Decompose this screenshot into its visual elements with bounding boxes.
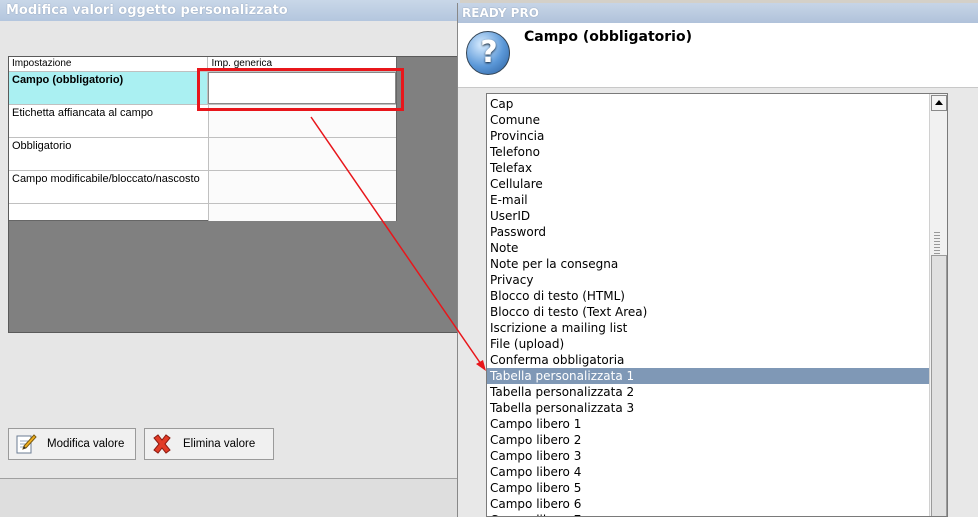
row-label[interactable]: Obbligatorio: [9, 138, 209, 170]
modify-value-button[interactable]: Modifica valore: [8, 428, 136, 460]
table-row[interactable]: Obbligatorio: [9, 138, 396, 171]
list-item[interactable]: Tabella personalizzata 1: [487, 368, 929, 384]
field-picker-dialog: READY PRO ? Campo (obbligatorio) Cap Comu…: [457, 3, 978, 517]
list-item[interactable]: Tabella personalizzata 2: [487, 384, 929, 400]
highlight-box: [197, 68, 404, 111]
list-item[interactable]: Password: [487, 224, 929, 240]
edit-values-window: Modifica valori oggetto personalizzato I…: [0, 0, 460, 517]
table-row[interactable]: Campo modificabile/bloccato/nascosto: [9, 171, 396, 204]
list-item[interactable]: E-mail: [487, 192, 929, 208]
list-item[interactable]: Note: [487, 240, 929, 256]
list-item[interactable]: Tabella personalizzata 3: [487, 400, 929, 416]
list-item[interactable]: Campo libero 7: [487, 512, 929, 516]
question-icon: ?: [466, 31, 510, 75]
row-label[interactable]: Campo (obbligatorio): [9, 72, 209, 104]
modify-value-label: Modifica valore: [47, 438, 125, 450]
list-item[interactable]: Conferma obbligatoria: [487, 352, 929, 368]
list-item[interactable]: UserID: [487, 208, 929, 224]
delete-x-icon: [151, 433, 173, 455]
delete-value-button[interactable]: Elimina valore: [144, 428, 274, 460]
scroll-grip-icon: [934, 232, 940, 254]
scroll-thumb[interactable]: [931, 255, 947, 516]
edit-pencil-icon: [15, 433, 37, 455]
dialog-header: ? Campo (obbligatorio): [458, 23, 978, 88]
list-item[interactable]: Campo libero 6: [487, 496, 929, 512]
row-label[interactable]: Etichetta affiancata al campo: [9, 105, 209, 137]
list-item[interactable]: Campo libero 5: [487, 480, 929, 496]
row-value[interactable]: [208, 138, 396, 170]
list-item[interactable]: Note per la consegna: [487, 256, 929, 272]
list-item[interactable]: Cellulare: [487, 176, 929, 192]
dialog-titlebar: READY PRO: [458, 3, 978, 23]
list-item[interactable]: File (upload): [487, 336, 929, 352]
scroll-up-arrow-icon[interactable]: [931, 95, 947, 111]
row-label[interactable]: [9, 204, 209, 221]
list-item[interactable]: Blocco di testo (HTML): [487, 288, 929, 304]
list-item[interactable]: Telefono: [487, 144, 929, 160]
list-item[interactable]: Telefax: [487, 160, 929, 176]
list-item[interactable]: Comune: [487, 112, 929, 128]
list-item[interactable]: Iscrizione a mailing list: [487, 320, 929, 336]
table-row[interactable]: [9, 204, 396, 221]
bottom-strip: [0, 478, 460, 517]
list-item[interactable]: Blocco di testo (Text Area): [487, 304, 929, 320]
list-item[interactable]: Provincia: [487, 128, 929, 144]
list-item[interactable]: Campo libero 1: [487, 416, 929, 432]
delete-value-label: Elimina valore: [183, 438, 256, 450]
list-item[interactable]: Cap: [487, 96, 929, 112]
field-list[interactable]: Cap Comune Provincia Telefono Telefax Cellula…: [486, 93, 948, 517]
window-title: Modifica valori oggetto personalizzato: [0, 0, 460, 21]
header-setting[interactable]: Impostazione: [9, 57, 209, 71]
list-item[interactable]: Privacy: [487, 272, 929, 288]
row-label[interactable]: Campo modificabile/bloccato/nascosto: [9, 171, 209, 203]
list-item[interactable]: Campo libero 3: [487, 448, 929, 464]
list-item[interactable]: Campo libero 2: [487, 432, 929, 448]
list-item[interactable]: Campo libero 4: [487, 464, 929, 480]
row-value[interactable]: [208, 204, 396, 221]
dialog-heading: Campo (obbligatorio): [524, 29, 692, 45]
vertical-scrollbar[interactable]: [929, 94, 947, 516]
row-value[interactable]: [208, 171, 396, 203]
field-list-items: Cap Comune Provincia Telefono Telefax Cellula…: [487, 94, 947, 516]
